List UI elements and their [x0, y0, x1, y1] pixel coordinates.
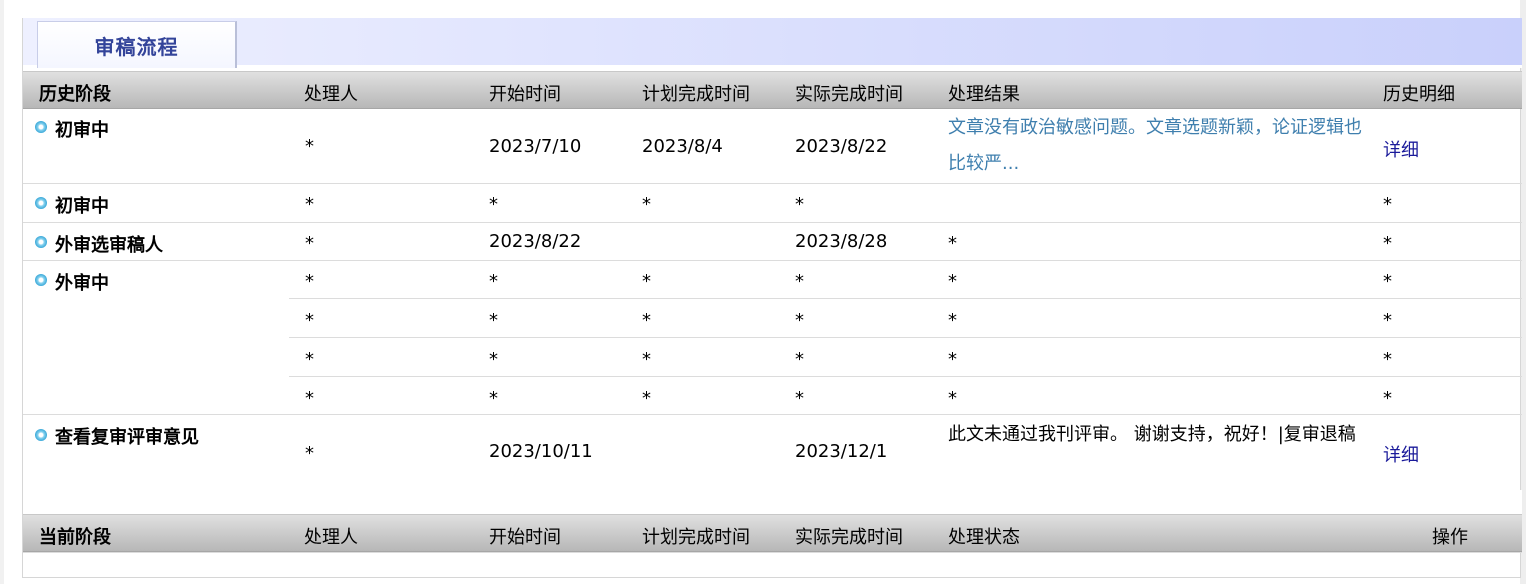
circle-bullet-icon [35, 274, 47, 286]
actual-time-cell: * [795, 194, 804, 215]
detail-cell: * [1383, 388, 1392, 409]
result-cell: * [948, 271, 957, 292]
col-start-time: 开始时间 [489, 527, 561, 548]
actual-time-cell: * [795, 310, 804, 331]
sub-row: * * * * * * [289, 299, 1522, 338]
history-table-header: 历史阶段 处理人 开始时间 计划完成时间 实际完成时间 处理结果 历史明细 [23, 71, 1522, 109]
result-cell: * [948, 310, 957, 331]
stage-name: 初审中 [55, 120, 109, 141]
planned-time-cell: 2023/8/4 [642, 136, 723, 157]
planned-time-cell: * [642, 349, 651, 370]
stage-name: 外审中 [55, 273, 109, 294]
start-time-cell: * [489, 194, 498, 215]
detail-cell: * [1383, 349, 1392, 370]
result-cell: * [948, 388, 957, 409]
handler-cell: * [305, 310, 314, 331]
planned-time-cell: * [642, 388, 651, 409]
col-current-stage: 当前阶段 [39, 527, 111, 548]
handler-cell: * [305, 194, 314, 215]
detail-cell: * [1383, 194, 1392, 215]
handler-cell: * [305, 136, 314, 157]
actual-time-cell: 2023/8/22 [795, 136, 888, 157]
circle-bullet-icon [35, 121, 47, 133]
detail-cell: * [1383, 310, 1392, 331]
col-actual-time: 实际完成时间 [795, 84, 903, 105]
section-gap [23, 490, 1522, 514]
col-planned-time: 计划完成时间 [642, 527, 750, 548]
start-time-cell: 2023/7/10 [489, 136, 582, 157]
stage-name: 初审中 [55, 196, 109, 217]
circle-bullet-icon [35, 236, 47, 248]
stage-name: 查看复审评审意见 [55, 427, 199, 448]
handler-cell: * [305, 349, 314, 370]
current-table-empty-row [23, 552, 1522, 577]
table-row: 初审中 * * * * * [23, 184, 1522, 223]
sub-row: * * * * * * [289, 261, 1522, 299]
table-row: 查看复审评审意见 * 2023/10/11 2023/12/1 此文未通过我刊评… [23, 415, 1522, 491]
detail-cell: * [1383, 271, 1392, 292]
col-history-detail: 历史明细 [1383, 84, 1455, 105]
handler-cell: * [305, 443, 314, 464]
handler-cell: * [305, 233, 314, 254]
start-time-cell: * [489, 271, 498, 292]
start-time-cell: * [489, 310, 498, 331]
planned-time-cell: * [642, 271, 651, 292]
actual-time-cell: * [795, 271, 804, 292]
detail-link[interactable]: 详细 [1383, 136, 1419, 162]
col-result: 处理结果 [948, 84, 1020, 105]
result-summary-link[interactable]: 文章没有政治敏感问题。文章选题新颖，论证逻辑也比较严... [948, 110, 1368, 182]
result-cell: * [948, 349, 957, 370]
handler-cell: * [305, 271, 314, 292]
tab-review-process[interactable]: 审稿流程 [37, 21, 237, 68]
actual-time-cell: * [795, 388, 804, 409]
table-row: 外审选审稿人 * 2023/8/22 2023/8/28 * * [23, 223, 1522, 261]
result-cell: 此文未通过我刊评审。 谢谢支持，祝好！|复审退稿 [948, 424, 1356, 445]
handler-cell: * [305, 388, 314, 409]
start-time-cell: * [489, 388, 498, 409]
col-start-time: 开始时间 [489, 84, 561, 105]
col-planned-time: 计划完成时间 [642, 84, 750, 105]
start-time-cell: 2023/10/11 [489, 441, 593, 462]
planned-time-cell: * [642, 310, 651, 331]
left-edge [0, 0, 4, 584]
current-table-header: 当前阶段 处理人 开始时间 计划完成时间 实际完成时间 处理状态 操作 [23, 514, 1522, 552]
circle-bullet-icon [35, 429, 47, 441]
actual-time-cell: 2023/12/1 [795, 441, 888, 462]
detail-cell: * [1383, 233, 1392, 254]
col-action: 操作 [1432, 527, 1468, 548]
review-process-panel: 审稿流程 历史阶段 处理人 开始时间 计划完成时间 实际完成时间 处理结果 历史… [22, 18, 1522, 578]
col-history-stage: 历史阶段 [39, 84, 111, 105]
tab-bar: 审稿流程 [23, 18, 1522, 68]
sub-row: * * * * * * [289, 377, 1522, 415]
col-handler: 处理人 [304, 84, 358, 105]
actual-time-cell: 2023/8/28 [795, 231, 888, 252]
actual-time-cell: * [795, 349, 804, 370]
detail-link[interactable]: 详细 [1383, 441, 1419, 467]
table-row: 初审中 * 2023/7/10 2023/8/4 2023/8/22 文章没有政… [23, 109, 1522, 184]
start-time-cell: 2023/8/22 [489, 231, 582, 252]
col-handler: 处理人 [304, 527, 358, 548]
sub-row: * * * * * * [289, 338, 1522, 377]
result-cell: * [948, 233, 957, 254]
col-actual-time: 实际完成时间 [795, 527, 903, 548]
stage-name: 外审选审稿人 [55, 235, 163, 256]
start-time-cell: * [489, 349, 498, 370]
col-status: 处理状态 [948, 527, 1020, 548]
planned-time-cell: * [642, 194, 651, 215]
table-row-group: 外审中 * * * * * * * * * * * * * * * * * * … [23, 261, 1522, 415]
circle-bullet-icon [35, 197, 47, 209]
